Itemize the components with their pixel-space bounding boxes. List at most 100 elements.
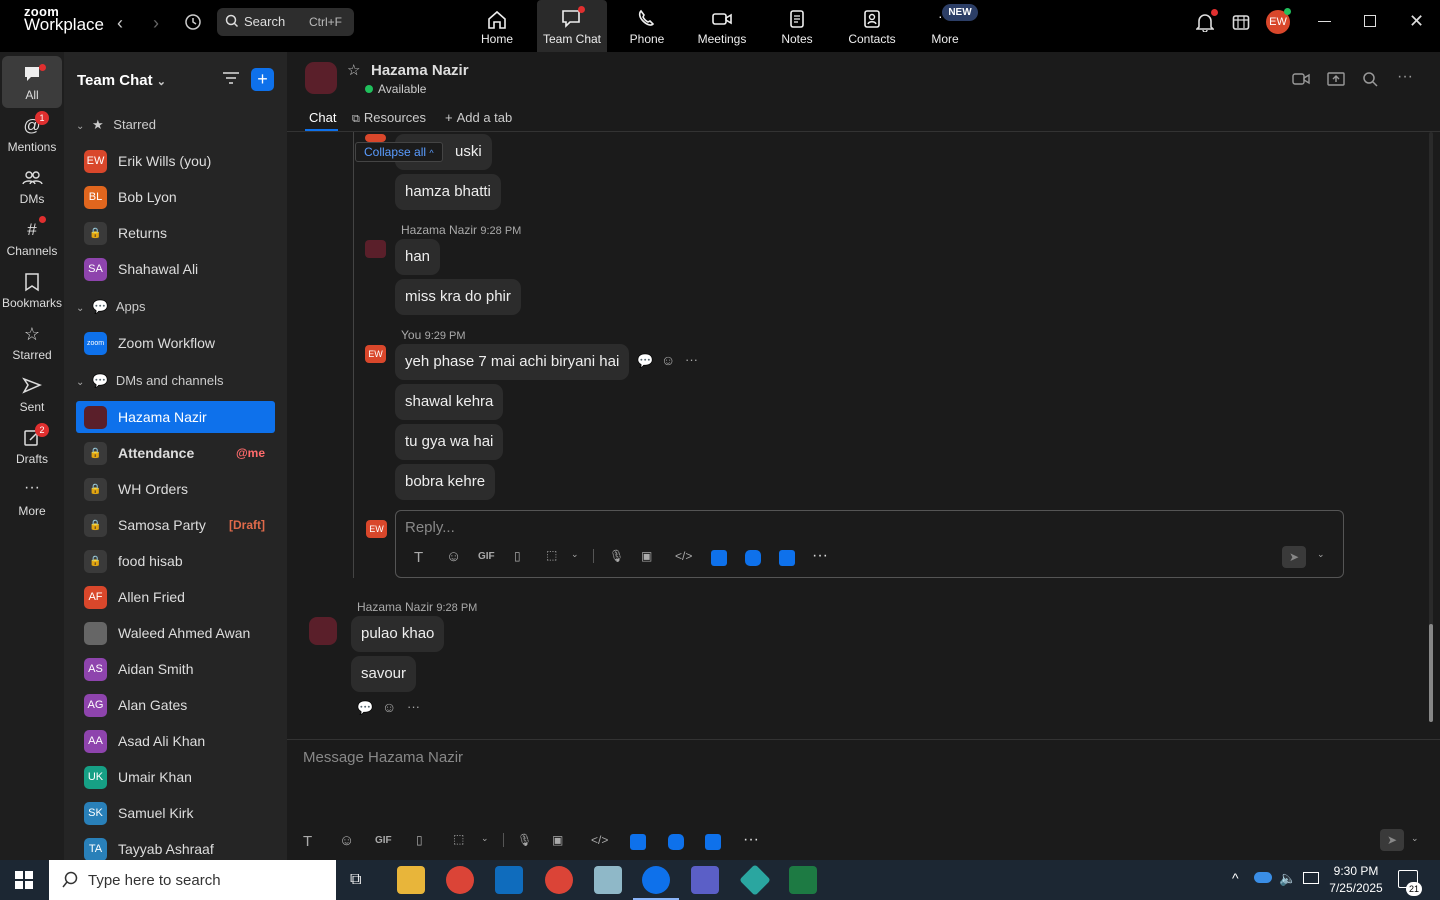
tab-add[interactable]: + Add a tab [445, 110, 512, 125]
onedrive-icon[interactable] [1254, 872, 1272, 883]
send-button[interactable]: ➤ [1380, 829, 1404, 851]
sidebar-item-bob-lyon[interactable]: BL Bob Lyon [76, 181, 275, 213]
app-icon-zoom[interactable] [668, 834, 684, 850]
minimize-icon[interactable] [1318, 21, 1331, 22]
file-icon[interactable]: ▯ [514, 549, 521, 563]
gif-icon[interactable]: GIF [478, 551, 495, 562]
star-icon[interactable]: ☆ [347, 61, 360, 79]
chevron-down-icon[interactable]: ⌄ [571, 549, 579, 560]
chat-title[interactable]: Hazama Nazir [371, 62, 469, 79]
sidebar-item-food-hisab[interactable]: 🔒 food hisab [76, 545, 275, 577]
section-dms[interactable]: ⌄ 💬 DMs and channels [76, 373, 224, 393]
app-icon-whiteboard[interactable] [779, 550, 795, 566]
screenshot-icon[interactable]: ⬚ [546, 548, 557, 562]
rail-bookmarks[interactable]: Bookmarks [2, 264, 62, 316]
sidebar-item-hazama-nazir[interactable]: Hazama Nazir [76, 401, 275, 433]
search-icon[interactable] [1362, 71, 1378, 92]
code-icon[interactable]: </> [675, 549, 692, 563]
more-dots-icon[interactable]: ··· [407, 699, 420, 714]
chevron-down-icon[interactable]: ⌄ [1317, 549, 1325, 560]
thread-reply-box[interactable]: Reply... T ☺ GIF ▯ ⬚ ⌄ 🎙 ▣ </> ··· ➤ ⌄ [395, 510, 1344, 578]
emoji-react-icon[interactable]: ☺ [382, 699, 396, 715]
code-icon[interactable]: </> [591, 833, 608, 847]
more-dots-icon[interactable]: ··· [812, 547, 828, 565]
nav-team-chat[interactable]: Team Chat [537, 0, 607, 52]
rail-all[interactable]: All [2, 56, 62, 108]
gif-icon[interactable]: GIF [375, 835, 392, 846]
reply-input[interactable]: Reply... [405, 519, 455, 536]
teams-icon[interactable] [691, 866, 719, 894]
tab-chat[interactable]: Chat [309, 110, 336, 125]
windows-start-icon[interactable] [15, 871, 33, 894]
microphone-icon[interactable]: 🎙 [517, 833, 532, 847]
file-explorer-icon[interactable] [397, 866, 425, 894]
sidebar-item-aidan-smith[interactable]: AS Aidan Smith [76, 653, 275, 685]
network-icon[interactable] [1303, 872, 1319, 884]
rail-channels[interactable]: # Channels [2, 212, 62, 264]
sidebar-item-attendance[interactable]: 🔒 Attendance @me [76, 437, 275, 469]
sidebar-item-shahawal-ali[interactable]: SA Shahawal Ali [76, 253, 275, 285]
sidebar-item-allen-fried[interactable]: AF Allen Fried [76, 581, 275, 613]
zoom-taskbar-icon[interactable] [642, 866, 670, 894]
emoji-icon[interactable]: ☺ [446, 548, 461, 565]
bell-icon[interactable] [1195, 12, 1215, 37]
volume-icon[interactable]: 🔈 [1279, 870, 1296, 887]
emoji-icon[interactable]: ☺ [339, 832, 354, 849]
sidebar-item-erik-wills-you-[interactable]: EW Erik Wills (you) [76, 145, 275, 177]
text-format-icon[interactable]: T [303, 833, 312, 850]
rail-sent[interactable]: Sent [2, 368, 62, 420]
chevron-down-icon[interactable]: ⌄ [481, 833, 489, 844]
app-icon-whiteboard[interactable] [705, 834, 721, 850]
chrome-icon[interactable] [446, 866, 474, 894]
sidebar-title[interactable]: Team Chat ⌄ [77, 72, 166, 89]
excel-icon[interactable] [789, 866, 817, 894]
video-call-icon[interactable] [1292, 72, 1310, 91]
collapse-all-button[interactable]: Collapse all ^ [355, 142, 443, 162]
rail-more[interactable]: ··· More [2, 472, 62, 524]
message-input[interactable]: Message Hazama Nazir [303, 749, 463, 766]
rail-mentions[interactable]: @ 1 Mentions [2, 108, 62, 160]
rail-dms[interactable]: DMs [2, 160, 62, 212]
text-format-icon[interactable]: T [414, 549, 423, 566]
calendar-icon[interactable] [1232, 13, 1250, 36]
nav-contacts[interactable]: Contacts [837, 0, 907, 52]
task-view-icon[interactable]: ⧉ [350, 871, 361, 889]
section-starred[interactable]: ⌄ ★ Starred [76, 117, 156, 137]
chevron-up-icon[interactable]: ^ [1232, 870, 1239, 886]
clock-date[interactable]: 7/25/2025 [1327, 881, 1385, 895]
sidebar-item-alan-gates[interactable]: AG Alan Gates [76, 689, 275, 721]
reply-icon[interactable]: 💬 [637, 353, 653, 369]
scrollbar-thumb[interactable] [1429, 624, 1433, 722]
app-diamond-icon[interactable] [739, 864, 771, 896]
more-dots-icon[interactable]: ··· [743, 831, 759, 849]
reply-icon[interactable]: 💬 [357, 700, 373, 716]
chevron-down-icon[interactable]: ⌄ [1411, 833, 1419, 844]
close-icon[interactable]: ✕ [1409, 11, 1424, 32]
tab-resources[interactable]: ⧉ Resources [352, 110, 426, 126]
clock-time[interactable]: 9:30 PM [1330, 864, 1382, 878]
screen-share-icon[interactable] [1327, 71, 1345, 92]
sidebar-item-waleed-ahmed-awan[interactable]: Waleed Ahmed Awan [76, 617, 275, 649]
sidebar-item-zoom-workflow[interactable]: zoom Zoom Workflow [76, 327, 275, 359]
new-chat-button[interactable]: + [251, 68, 274, 91]
app-icon-zoom[interactable] [745, 550, 761, 566]
history-icon[interactable] [183, 13, 203, 33]
outlook-icon[interactable] [495, 866, 523, 894]
rail-drafts[interactable]: 2 Drafts [2, 420, 62, 472]
sidebar-item-samuel-kirk[interactable]: SK Samuel Kirk [76, 797, 275, 829]
back-arrow-icon[interactable]: ‹ [110, 13, 130, 33]
filter-icon[interactable] [222, 70, 240, 91]
rail-starred[interactable]: ☆ Starred [2, 316, 62, 368]
sidebar-item-wh-orders[interactable]: 🔒 WH Orders [76, 473, 275, 505]
maximize-icon[interactable] [1364, 15, 1376, 27]
forward-arrow-icon[interactable]: › [146, 13, 166, 33]
video-message-icon[interactable]: ▣ [641, 549, 652, 563]
section-apps[interactable]: ⌄ 💬 Apps [76, 299, 145, 319]
send-button[interactable]: ➤ [1282, 546, 1306, 568]
taskbar-search[interactable]: Type here to search [49, 860, 336, 900]
screenshot-icon[interactable]: ⬚ [453, 832, 464, 846]
emoji-react-icon[interactable]: ☺ [661, 352, 675, 368]
app-icon-docs[interactable] [630, 834, 646, 850]
nav-meetings[interactable]: Meetings [687, 0, 757, 52]
app-icon-docs[interactable] [711, 550, 727, 566]
